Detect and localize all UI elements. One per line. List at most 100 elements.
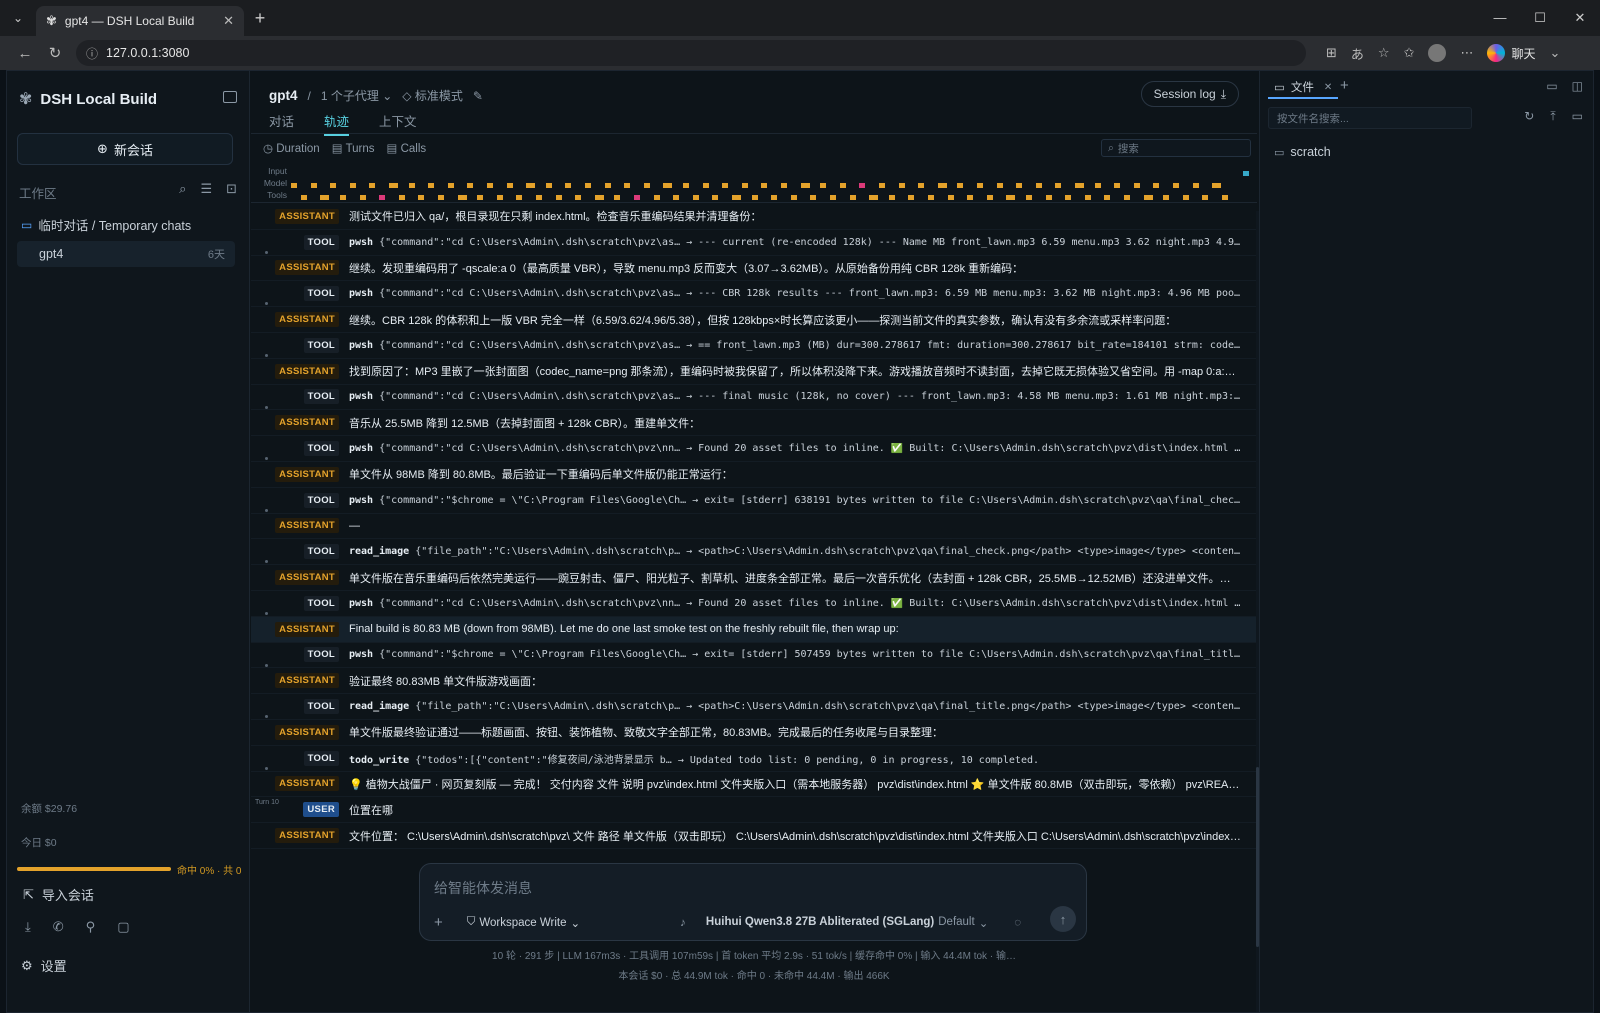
role-badge: TOOL [251,337,349,353]
balance: 余额 $29.76 [21,803,78,815]
model-dropdown[interactable]: Huihui Qwen3.8 27B Abliterated (SGLang) … [706,916,988,930]
new-tab-icon[interactable]: + [244,8,276,29]
tab-files[interactable]: ▭ 文件 ✕ [1268,77,1339,99]
panel-toggle-icon[interactable]: ◫ [1572,79,1583,93]
trace-row[interactable]: ASSISTANT 音乐从 25.5MB 降到 12.5MB（去掉封面图 + 12… [251,410,1257,437]
back-icon[interactable]: ← [10,45,40,62]
timeline-mark [545,183,552,188]
trace-row[interactable]: TOOL pwsh {"command":"cd C:\Users\Admin\.d… [251,436,1257,462]
apps-icon[interactable]: ⊞ [1326,45,1337,61]
trace-row[interactable]: ASSISTANT 文件位置： C:\Users\Admin\.dsh\scrat… [251,823,1257,849]
trace-row[interactable]: ASSISTANT 测试文件已归入 qa/，根目录现在只剩 index.html。… [251,204,1257,230]
trace-row[interactable]: ASSISTANT 继续。发现重编码用了 -qscale:a 0（最高质量 VBR… [251,256,1257,282]
trace-row[interactable]: ASSISTANT 找到原因了：MP3 里嵌了一张封面图（codec_name=p… [251,359,1257,385]
trace-row[interactable]: TOOL pwsh {"command":"cd C:\Users\Admin\.d… [251,281,1257,308]
trace-row[interactable]: ASSISTANT 单文件版在音乐重编码后依然完美运行——豌豆射击、僵尸、阳光粒子… [251,565,1257,591]
close-tab-icon[interactable]: ✕ [223,13,234,29]
filter-icon[interactable]: ☰ [200,181,212,197]
favorites-icon[interactable]: ✩ [1404,45,1415,61]
translate-icon[interactable]: あ [1351,44,1364,63]
trace-row[interactable]: TOOL pwsh {"command":"cd C:\Users\Admin\.d… [251,230,1257,256]
maximize-icon[interactable]: ☐ [1520,0,1560,36]
mic-icon[interactable]: ♪ [680,917,686,929]
chevron-down-icon[interactable]: ⌄ [1550,45,1561,61]
trace-row[interactable]: ASSISTANT 💡 植物大战僵尸 · 网页复刻版 — 完成！ 交付内容 文件 … [251,772,1257,798]
message-icon[interactable]: ▢ [117,919,129,935]
session-log-label: Session log [1153,87,1216,101]
more-icon[interactable]: ⋯ [1460,45,1473,61]
file-tree-item[interactable]: ▭ scratch [1274,145,1331,159]
timeline-mark [1104,195,1111,200]
trace-row[interactable]: TOOL pwsh {"command":"cd C:\Users\Admin\.d… [251,591,1257,617]
panel-layout-icon[interactable]: ▭ [1546,79,1557,93]
tabs-divider [251,133,1257,134]
refresh-icon[interactable]: ↻ [1524,109,1534,124]
mode-toggle[interactable]: ◇ 标准模式 [402,87,463,104]
trace-row[interactable]: TOOL pwsh {"command":"cd C:\Users\Admin\.d… [251,333,1257,359]
filter-calls[interactable]: ▤ Calls [387,141,427,155]
trace-row[interactable]: ASSISTANT 继续。CBR 128k 的体积和上一版 VBR 完全一样（6.… [251,307,1257,333]
filter-duration[interactable]: ◷ Duration [263,141,320,155]
import-session-button[interactable]: ⇱ 导入会话 [23,885,94,904]
row-content: pwsh {"command":"cd C:\Users\Admin\.dsh\s… [349,391,1241,402]
timeline-mark [888,195,895,200]
tab-list-icon[interactable]: ⌄ [0,0,36,36]
file-search-input[interactable]: 按文件名搜索... [1268,107,1472,129]
upload-icon[interactable]: ⤒ [1550,109,1555,124]
row-text: 验证最终 80.83MB 单文件版游戏画面： [349,675,543,688]
minimize-icon[interactable]: — [1480,0,1520,36]
phone-icon[interactable]: ✆ [53,919,64,935]
trace-row[interactable]: ASSISTANT Final build is 80.83 MB (down f… [251,616,1257,643]
sidebar-chat-item[interactable]: gpt4 6天 [17,241,235,267]
workspace-mode-dropdown[interactable]: ⛉ Workspace Write ⌄ [467,916,580,930]
trace-row[interactable]: TOOL pwsh {"command":"$chrome = \"C:\Progr… [251,488,1257,514]
row-text: {"command":"cd C:\Users\Admin\.dsh\scrat… [379,288,1241,300]
send-button[interactable]: ↑ [1050,906,1076,932]
new-chat-button[interactable]: ⊕ 新会话 [17,133,233,165]
add-tab-icon[interactable]: + [1340,77,1349,94]
search-icon[interactable]: ⌕ [179,181,186,197]
site-info-icon[interactable]: ⓘ [86,45,98,62]
attach-plus-icon[interactable]: + [434,914,443,931]
close-icon[interactable]: ✕ [1324,82,1332,93]
trace-timeline[interactable]: Input Model Tools [251,163,1257,203]
row-dot [265,508,268,512]
trace-row[interactable]: TOOL read_image {"file_path":"C:\Users\Adm… [251,539,1257,566]
edit-icon[interactable]: ✎ [473,89,483,103]
close-window-icon[interactable]: ✕ [1560,0,1600,36]
filter-turns[interactable]: ▤ Turns [332,141,375,155]
message-input[interactable] [434,878,1054,898]
url-field[interactable]: ⓘ 127.0.0.1:3080 [76,40,1306,66]
subagents-dropdown[interactable]: 1 个子代理 ⌄ [321,87,392,104]
timeline-mark [428,183,435,188]
trace-row[interactable]: TOOL read_image {"file_path":"C:\Users\Adm… [251,694,1257,720]
browser-tab[interactable]: ✾ gpt4 — DSH Local Build ✕ [36,6,244,36]
profile-avatar[interactable] [1428,44,1447,62]
tool-name: pwsh [349,597,374,609]
session-log-button[interactable]: Session log ⤓ [1140,81,1239,107]
copilot-button[interactable]: 聊天 [1487,44,1536,62]
open-folder-icon[interactable]: ▭ [1572,109,1583,124]
download-icon[interactable]: ⤓ [25,919,31,935]
favorite-star-icon[interactable]: ☆ [1378,45,1390,61]
trace-row[interactable]: TOOL todo_write {"todos":[{"content":"修复夜间… [251,746,1257,772]
download-icon: ⤓ [1220,86,1226,101]
trace-row[interactable]: ASSISTANT 验证最终 80.83MB 单文件版游戏画面： [251,668,1257,695]
role-badge-label: TOOL [303,750,339,766]
folder-temporary-chats[interactable]: ▭ 临时对话 / Temporary chats [21,215,191,234]
trace-row[interactable]: Turn 10 USER 位置在哪 [251,797,1257,824]
reload-icon[interactable]: ↻ [40,44,70,62]
settings-button[interactable]: ⚙ 设置 [21,956,67,975]
sidebar-toggle-icon[interactable] [223,91,237,103]
trace-row[interactable]: TOOL pwsh {"command":"$chrome = \"C:\Progr… [251,643,1257,669]
role-badge-label: USER [303,802,339,818]
trace-row[interactable]: ASSISTANT 单文件版最终验证通过——标题画面、按钮、装饰植物、致敬文字全部… [251,720,1257,746]
plugin-icon[interactable]: ⚲ [86,919,96,935]
new-folder-icon[interactable]: ⊡ [226,181,237,197]
trace-row[interactable]: ASSISTANT — [251,514,1257,540]
trace-row[interactable]: ASSISTANT 单文件从 98MB 降到 80.8MB。最后验证一下重编码后单… [251,462,1257,488]
trace-search-input[interactable]: ⌕ 搜索 [1101,139,1251,157]
brand: ✾ DSH Local Build [19,89,157,109]
timeline-mark [330,183,337,188]
trace-row[interactable]: TOOL pwsh {"command":"cd C:\Users\Admin\.d… [251,385,1257,411]
